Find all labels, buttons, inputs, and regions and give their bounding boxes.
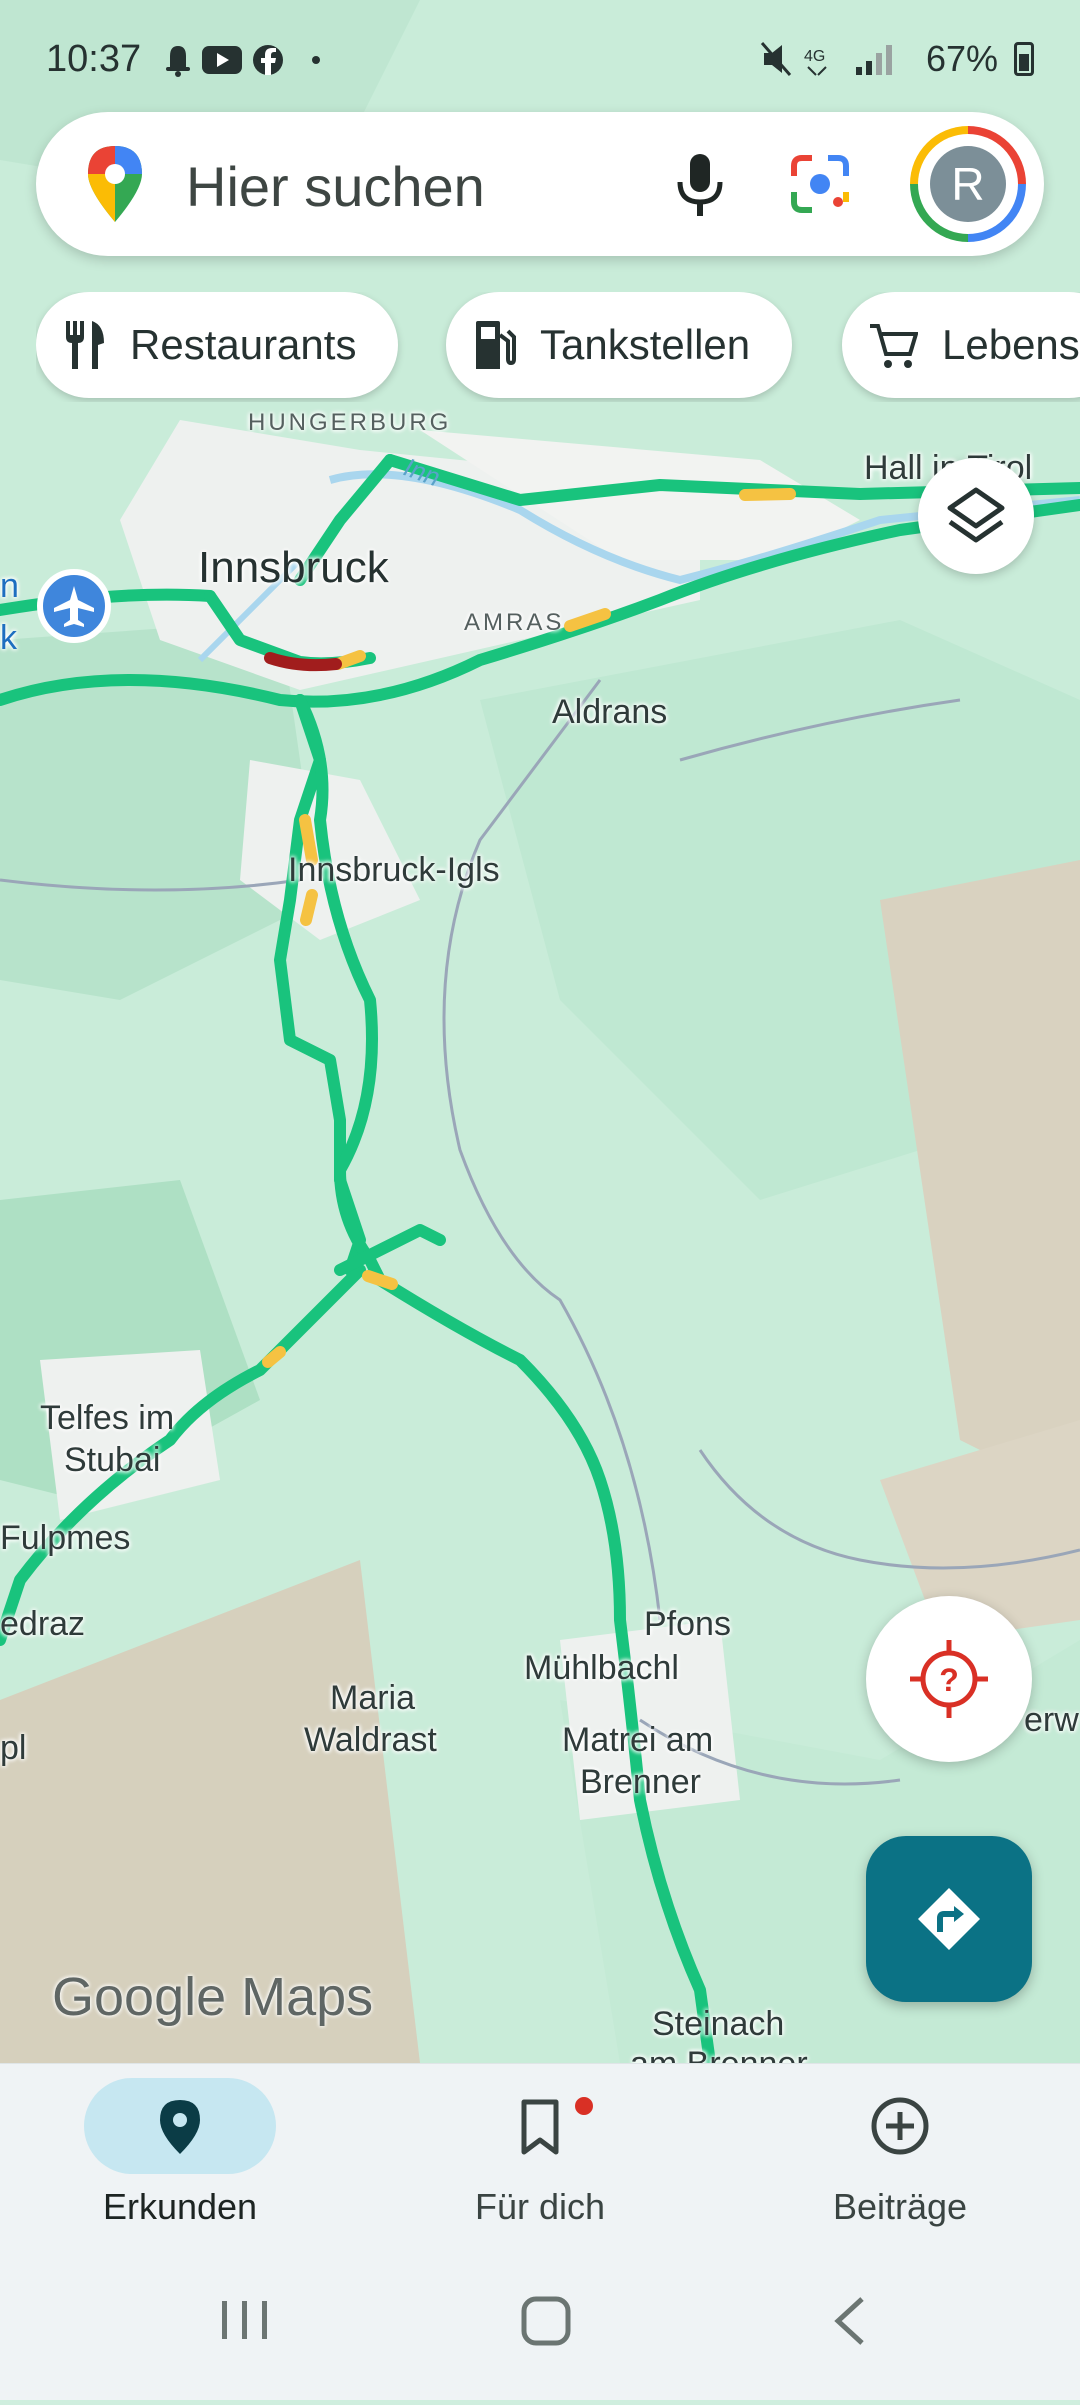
bottom-navigation: Erkunden Für dich Beiträge xyxy=(0,2063,1080,2244)
dot-icon xyxy=(312,56,320,64)
network-4g-icon: 4G xyxy=(804,48,825,65)
nav-for-you[interactable]: Für dich xyxy=(390,2064,690,2244)
nav-label-explore: Erkunden xyxy=(102,2186,258,2227)
status-bar: 10:37 4G 67% xyxy=(0,0,1080,120)
map-label-muehlbachl[interactable]: Mühlbachl xyxy=(524,1648,679,1688)
microphone-icon[interactable] xyxy=(672,150,728,220)
home-icon[interactable] xyxy=(521,2296,571,2346)
account-avatar[interactable]: R xyxy=(910,126,1026,242)
directions-icon xyxy=(918,1888,980,1950)
map-label-igls[interactable]: Innsbruck-Igls xyxy=(288,850,500,890)
notification-icons xyxy=(166,45,320,77)
chip-groceries[interactable]: Lebens xyxy=(842,292,1080,398)
chip-gas-stations[interactable]: Tankstellen xyxy=(446,292,793,398)
map-label-maria-1[interactable]: Maria xyxy=(330,1678,415,1718)
category-chips: Restaurants Tankstellen Lebens xyxy=(36,292,1080,402)
google-lens-icon[interactable] xyxy=(788,152,852,216)
nav-explore[interactable]: Erkunden xyxy=(30,2064,330,2244)
bookmark-icon xyxy=(521,2099,559,2155)
gas-station-icon xyxy=(476,321,516,369)
avatar-letter: R xyxy=(930,146,1006,222)
directions-button[interactable] xyxy=(866,1836,1032,2002)
status-right: 4G 67% xyxy=(760,38,1034,80)
nav-label-contribute: Beiträge xyxy=(832,2186,968,2227)
nav-label-for-you: Für dich xyxy=(474,2186,606,2227)
recent-apps-icon[interactable] xyxy=(222,2301,267,2339)
search-bar[interactable]: Hier suchen R xyxy=(36,112,1044,256)
map-label-steinach-2[interactable]: am Brenner xyxy=(630,2044,808,2063)
location-unknown-icon: ? xyxy=(910,1640,988,1718)
map-label-telfes-2[interactable]: Stubai xyxy=(64,1440,160,1480)
location-pin-icon xyxy=(160,2100,200,2154)
system-navigation-bar xyxy=(0,2243,1080,2400)
add-circle-icon xyxy=(871,2097,929,2155)
map-label-airport-partial-1: n xyxy=(0,567,19,605)
map-label-airport-partial-2: k xyxy=(0,619,17,657)
status-time: 10:37 xyxy=(46,38,142,80)
layers-icon xyxy=(947,487,1005,543)
signal-icon xyxy=(855,45,892,75)
status-left-icons xyxy=(160,38,330,87)
map-label-matrei-1[interactable]: Matrei am xyxy=(562,1720,713,1760)
google-maps-pin-icon xyxy=(88,146,142,222)
map-label-erw[interactable]: erw xyxy=(1024,1700,1079,1740)
chip-label: Lebens xyxy=(942,321,1080,368)
back-icon[interactable] xyxy=(834,2297,864,2345)
notification-badge xyxy=(572,2094,596,2118)
bell-icon xyxy=(166,46,190,77)
cart-icon xyxy=(870,324,918,368)
map-label-maria-2[interactable]: Waldrast xyxy=(304,1720,437,1760)
system-status-icons: 4G xyxy=(760,42,892,76)
map-label-medraz[interactable]: edraz xyxy=(0,1604,85,1644)
google-maps-logo: Google Maps xyxy=(52,1967,374,2027)
battery-icon xyxy=(1014,42,1034,76)
search-input[interactable]: Hier suchen xyxy=(186,154,485,219)
map-label-fulpmes[interactable]: Fulpmes xyxy=(0,1518,130,1558)
map-label-pfons[interactable]: Pfons xyxy=(644,1604,731,1644)
battery-level: 67% xyxy=(925,38,998,79)
map-label-aldrans[interactable]: Aldrans xyxy=(552,692,667,732)
map-label-innsbruck[interactable]: Innsbruck xyxy=(198,546,389,590)
restaurant-icon xyxy=(66,321,104,369)
layers-button[interactable] xyxy=(918,458,1034,574)
map-label-hungerburg: HUNGERBURG xyxy=(248,409,452,436)
map-label-steinach-1[interactable]: Steinach xyxy=(652,2004,784,2044)
chip-restaurants[interactable]: Restaurants xyxy=(36,292,399,398)
youtube-icon xyxy=(202,46,242,74)
chip-label: Restaurants xyxy=(130,321,357,368)
facebook-icon xyxy=(253,45,283,75)
chip-label: Tankstellen xyxy=(540,321,751,368)
map-label-matrei-2[interactable]: Brenner xyxy=(580,1762,701,1802)
my-location-button[interactable]: ? xyxy=(866,1596,1032,1762)
map-label-amras: AMRAS xyxy=(464,609,565,636)
nav-contribute[interactable]: Beiträge xyxy=(750,2064,1050,2244)
map-label-telfes-1[interactable]: Telfes im xyxy=(40,1398,174,1438)
mute-icon xyxy=(760,42,792,76)
svg-text:?: ? xyxy=(939,1662,959,1698)
map-label-pl[interactable]: pl xyxy=(0,1728,26,1768)
